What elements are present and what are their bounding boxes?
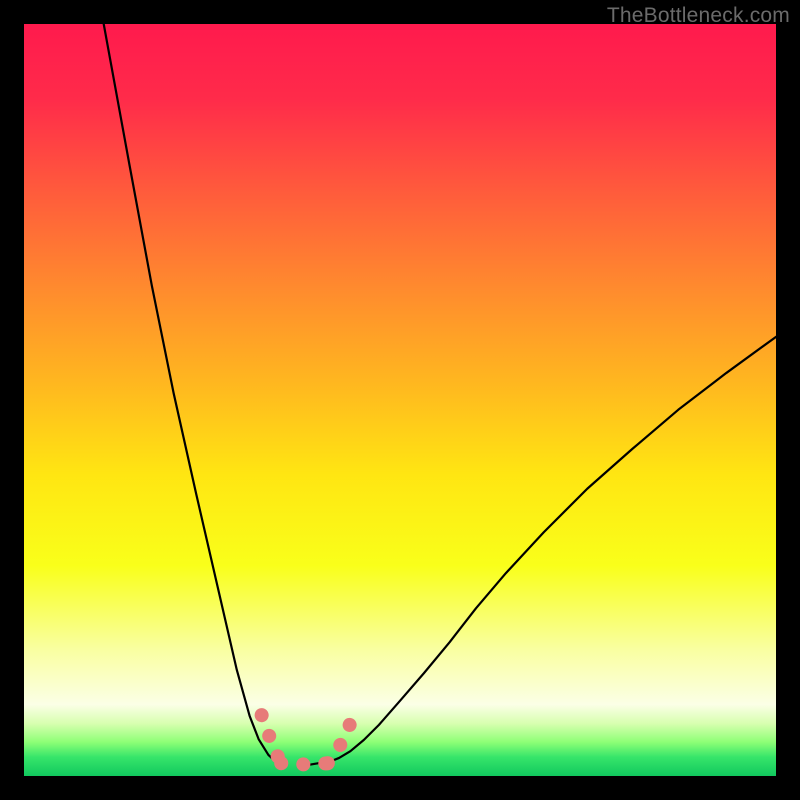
- plot-area: [24, 24, 776, 776]
- watermark-text: TheBottleneck.com: [607, 4, 790, 28]
- chart-svg: [24, 24, 776, 776]
- chart-stage: TheBottleneck.com: [0, 0, 800, 800]
- gradient-background: [24, 24, 776, 776]
